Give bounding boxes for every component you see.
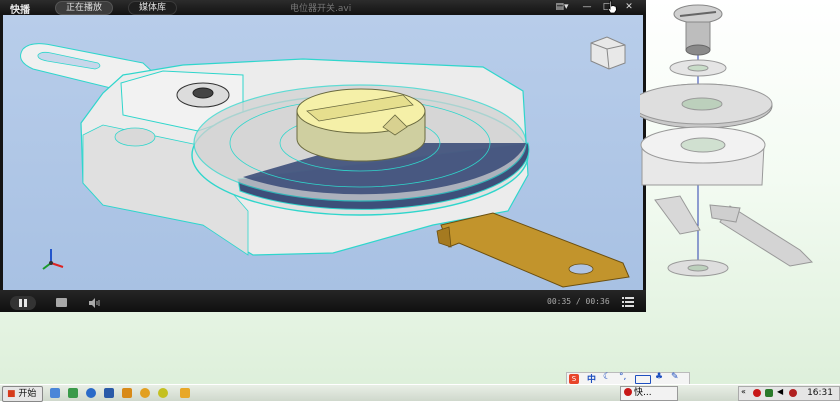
minimize-button[interactable]: — bbox=[580, 2, 594, 13]
stop-button[interactable] bbox=[56, 298, 67, 307]
taskbar: ■ 开始 快... « ◀ 16:31 bbox=[0, 384, 840, 402]
axis-triad-icon bbox=[42, 249, 64, 270]
tray-icon-4[interactable] bbox=[789, 389, 797, 397]
quicklaunch-icon-6[interactable] bbox=[158, 388, 168, 398]
volume-tray-icon[interactable]: ◀ bbox=[777, 387, 783, 396]
time-total: 00:36 bbox=[585, 297, 610, 306]
hand-cursor-icon bbox=[607, 0, 617, 14]
close-button[interactable]: ✕ bbox=[622, 2, 636, 13]
volume-icon[interactable] bbox=[88, 298, 100, 308]
tray-icon-1[interactable] bbox=[753, 389, 761, 397]
keyboard-icon[interactable] bbox=[635, 375, 651, 384]
tray-icon-2[interactable] bbox=[765, 389, 773, 397]
show-desktop-icon[interactable] bbox=[50, 388, 60, 398]
quicklaunch-icon-1[interactable] bbox=[68, 388, 78, 398]
ie-browser-icon[interactable] bbox=[86, 388, 96, 398]
view-cube-icon[interactable] bbox=[590, 36, 626, 70]
tools-icon[interactable]: ✎ bbox=[671, 372, 679, 382]
playlist-icon[interactable] bbox=[622, 297, 634, 307]
tray-expand-icon[interactable]: « bbox=[741, 387, 746, 396]
punctuation-icon[interactable]: °, bbox=[619, 372, 626, 382]
time-display: 00:35 / 00:36 bbox=[547, 297, 610, 306]
tab-now-playing[interactable]: 正在播放 bbox=[55, 1, 114, 15]
quicklaunch-icon-3[interactable] bbox=[104, 388, 114, 398]
task-label: 快... bbox=[634, 388, 652, 398]
menu-button[interactable]: ▤▾ bbox=[552, 2, 572, 13]
time-current: 00:35 bbox=[547, 297, 572, 306]
tab-media-library[interactable]: 媒体库 bbox=[128, 1, 178, 15]
moon-icon[interactable]: ☾ bbox=[603, 372, 611, 382]
pause-button[interactable] bbox=[10, 296, 36, 310]
qvod-icon bbox=[624, 388, 632, 396]
quicklaunch-icon-4[interactable] bbox=[122, 388, 132, 398]
exploded-view-drawing bbox=[640, 4, 814, 277]
video-viewport[interactable] bbox=[3, 15, 643, 290]
title-bar[interactable]: 快播 正在播放 媒体库 电位器开关.avi ▤▾ — □ ✕ bbox=[0, 0, 646, 16]
time-separator: / bbox=[571, 297, 586, 306]
sogou-icon[interactable]: S bbox=[569, 374, 579, 384]
quicklaunch-icon-7[interactable] bbox=[180, 388, 190, 398]
cad-render bbox=[20, 36, 630, 288]
windows-logo-icon: ■ bbox=[7, 389, 16, 399]
video-title: 电位器开关.avi bbox=[290, 4, 352, 14]
skin-icon[interactable]: ♣ bbox=[655, 372, 663, 382]
system-tray: « ◀ 16:31 bbox=[738, 386, 840, 401]
app-logo: 快播 bbox=[10, 5, 30, 16]
pause-icon bbox=[19, 299, 22, 307]
start-label: 开始 bbox=[18, 389, 37, 399]
quicklaunch-icon-5[interactable] bbox=[140, 388, 150, 398]
player-window: 快播 正在播放 媒体库 电位器开关.avi ▤▾ — □ ✕ 00:35 / 0… bbox=[0, 0, 646, 312]
clock[interactable]: 16:31 bbox=[807, 388, 833, 398]
qvod-task-button[interactable]: 快... bbox=[620, 386, 678, 401]
